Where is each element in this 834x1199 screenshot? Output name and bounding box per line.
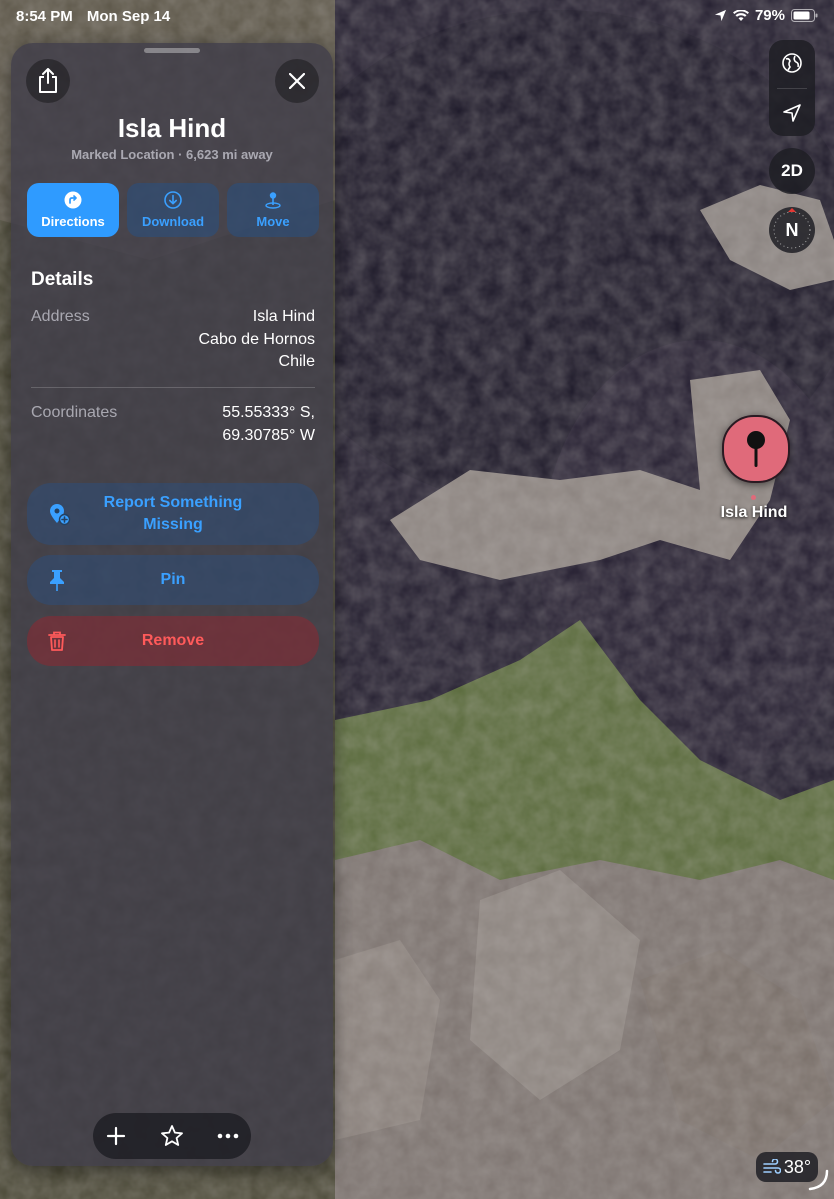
bottom-toolbar (93, 1113, 251, 1159)
battery-percent: 79% (754, 7, 785, 24)
directions-button[interactable]: Directions (27, 183, 119, 237)
battery-icon (791, 9, 818, 22)
trash-icon (47, 630, 67, 652)
corner-gesture-indicator (808, 1169, 829, 1191)
report-missing-label: Report Something (103, 494, 243, 511)
pin-label[interactable]: Isla Hind (700, 504, 808, 522)
compass-button[interactable]: N (769, 207, 815, 253)
close-button[interactable] (275, 59, 319, 103)
status-time: 8:54 PM (16, 8, 73, 25)
plus-icon (106, 1126, 126, 1146)
star-icon (161, 1125, 183, 1146)
coordinates-line: 69.30785° W (222, 426, 315, 444)
address-label: Address (31, 308, 90, 325)
move-button[interactable]: Move (227, 183, 319, 237)
address-line: Cabo de Hornos (198, 330, 315, 348)
close-icon (289, 73, 305, 89)
more-button[interactable] (205, 1113, 251, 1159)
globe-icon (782, 53, 802, 73)
place-card-sheet: Isla Hind Marked Location · 6,623 mi awa… (11, 43, 333, 1166)
move-label: Move (256, 214, 290, 229)
remove-button[interactable]: Remove (27, 616, 319, 666)
remove-label: Remove (141, 632, 205, 649)
wind-icon (763, 1159, 781, 1174)
wifi-icon (732, 9, 749, 21)
location-arrow-icon (783, 104, 801, 122)
download-label: Download (141, 214, 205, 229)
favorite-button[interactable] (149, 1113, 195, 1159)
pin-label: Pin (160, 571, 186, 588)
sheet-grabber[interactable] (144, 48, 200, 53)
locate-button[interactable] (769, 90, 815, 136)
report-missing-button[interactable]: Report Something Missing (27, 483, 319, 545)
status-date: Mon Sep 14 (86, 8, 171, 25)
compass-north-label: N (785, 219, 799, 240)
address-line: Chile (278, 353, 315, 370)
directions-label: Directions (41, 214, 105, 229)
pushpin-icon (47, 569, 67, 591)
place-subtitle: Marked Location · 6,623 mi away (71, 147, 273, 162)
location-arrow-icon (714, 9, 727, 22)
map-control-group (769, 40, 815, 136)
pin-anchor-dot (751, 495, 756, 500)
report-missing-icon (47, 502, 71, 526)
control-divider (777, 88, 807, 89)
globe-button[interactable] (769, 40, 815, 86)
pin-button[interactable]: Pin (27, 555, 319, 605)
report-missing-label: Missing (143, 516, 203, 533)
add-button[interactable] (93, 1113, 139, 1159)
coordinates-line: 55.55333° S, (222, 404, 315, 421)
details-divider (31, 387, 315, 388)
action-buttons: Directions Download Move (27, 183, 319, 237)
pin-icon (747, 431, 765, 467)
share-icon (39, 68, 57, 93)
coordinates-value[interactable]: 55.55333° S, 69.30785° W (222, 402, 315, 447)
status-bar: 8:54 PM Mon Sep 14 79% (0, 0, 834, 34)
move-pin-icon (265, 192, 281, 209)
coordinates-label: Coordinates (31, 404, 118, 421)
download-icon (164, 191, 182, 209)
map-pin[interactable] (722, 415, 790, 483)
address-value[interactable]: Isla Hind Cabo de Hornos Chile (198, 306, 315, 374)
more-icon (217, 1133, 239, 1139)
download-button[interactable]: Download (127, 183, 219, 237)
share-button[interactable] (26, 59, 70, 103)
address-line: Isla Hind (252, 308, 315, 325)
view-mode-button[interactable]: 2D (769, 148, 815, 194)
place-title: Isla Hind (117, 113, 227, 143)
details-heading: Details (31, 269, 94, 290)
directions-icon (64, 191, 82, 209)
